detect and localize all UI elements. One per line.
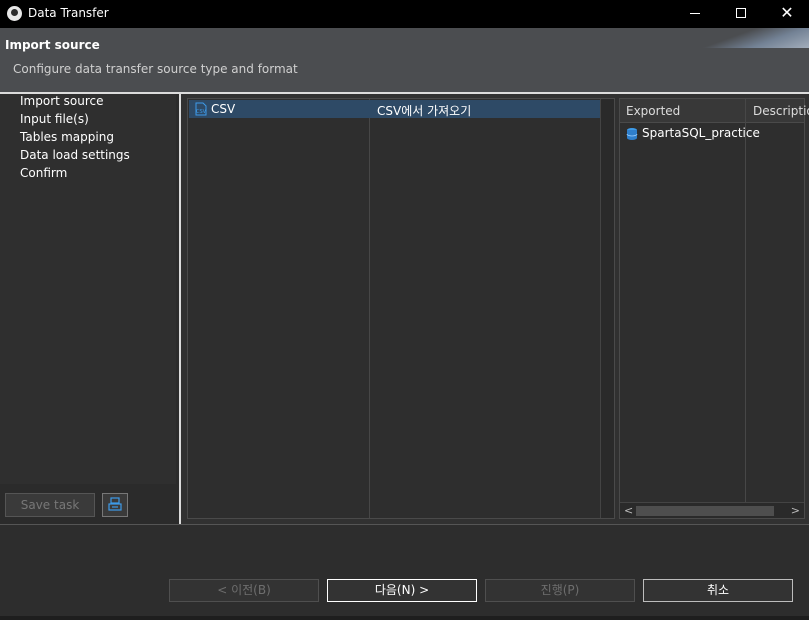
- close-button[interactable]: ✕: [764, 0, 809, 28]
- scroll-left-arrow-icon[interactable]: <: [624, 504, 633, 517]
- nav-item-tables-mapping[interactable]: Tables mapping: [20, 130, 114, 144]
- table-header: Exported Descriptio: [620, 99, 809, 123]
- nav-item-import-source[interactable]: Import source: [20, 94, 104, 108]
- header-banner-graphic: [669, 28, 809, 48]
- save-task-button[interactable]: Save task: [5, 493, 95, 517]
- back-button[interactable]: < 이전(B): [169, 579, 319, 602]
- source-description: CSV에서 가져오기: [377, 104, 472, 118]
- maximize-button[interactable]: [718, 0, 764, 28]
- page-title: Import source: [5, 38, 100, 52]
- title-bar: Data Transfer ✕: [0, 0, 809, 28]
- vertical-scrollbar[interactable]: [600, 99, 614, 518]
- wizard-steps-nav: Import source Input file(s) Tables mappi…: [0, 94, 176, 484]
- window-title: Data Transfer: [28, 6, 109, 20]
- source-type-table: CSV CSV CSV에서 가져오기: [187, 98, 615, 519]
- page-description: Configure data transfer source type and …: [13, 62, 298, 76]
- next-button[interactable]: 다음(N) >: [327, 579, 477, 602]
- wizard-header: Import source Configure data transfer so…: [0, 28, 809, 92]
- scrollbar-thumb[interactable]: [636, 506, 774, 516]
- nav-item-confirm[interactable]: Confirm: [20, 166, 67, 180]
- app-logo-icon: [7, 6, 22, 21]
- minimize-icon: [690, 13, 700, 14]
- column-divider: [369, 99, 370, 518]
- column-divider: [745, 99, 746, 518]
- exported-item[interactable]: SpartaSQL_practice: [642, 126, 760, 140]
- horizontal-scrollbar[interactable]: < >: [620, 502, 804, 518]
- scroll-right-arrow-icon[interactable]: >: [791, 504, 800, 517]
- task-tool-icon: [108, 497, 122, 511]
- csv-file-icon: CSV: [195, 102, 207, 116]
- database-icon: [626, 128, 638, 140]
- source-name: CSV: [211, 102, 236, 116]
- column-header-exported[interactable]: Exported: [626, 104, 680, 118]
- wizard-footer: [0, 525, 809, 620]
- minimize-button[interactable]: [672, 0, 718, 28]
- task-config-button[interactable]: [102, 493, 128, 517]
- cancel-button[interactable]: 취소: [643, 579, 793, 602]
- nav-item-input-files[interactable]: Input file(s): [20, 112, 89, 126]
- nav-item-data-load-settings[interactable]: Data load settings: [20, 148, 130, 162]
- exported-table: Exported Descriptio SpartaSQL_practice <…: [619, 98, 809, 519]
- table-row[interactable]: CSV CSV CSV에서 가져오기: [189, 100, 601, 118]
- column-header-description[interactable]: Descriptio: [753, 104, 809, 118]
- window-bottom-edge: [0, 616, 809, 620]
- svg-text:CSV: CSV: [196, 109, 207, 115]
- proceed-button[interactable]: 진행(P): [485, 579, 635, 602]
- maximize-icon: [736, 8, 746, 18]
